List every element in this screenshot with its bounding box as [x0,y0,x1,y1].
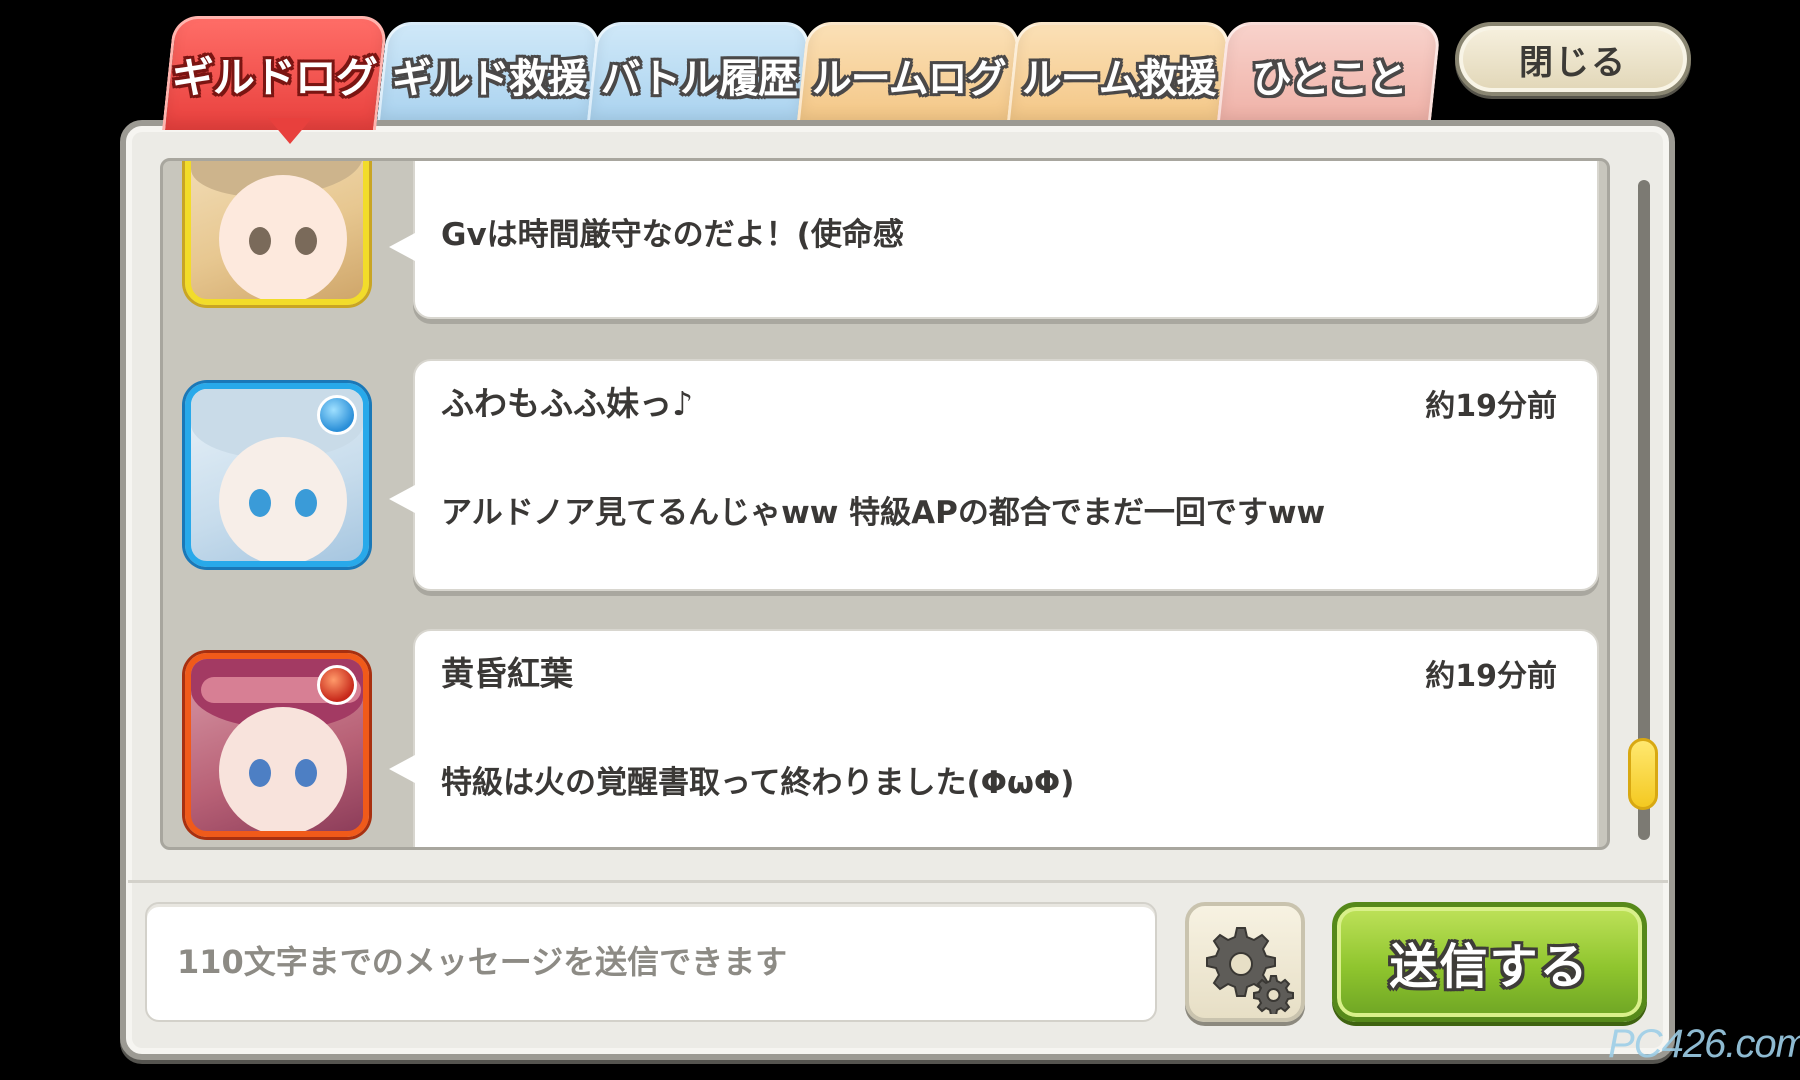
message-time: 約19分前 [1425,659,1557,694]
active-tab-pointer [268,118,312,144]
tab-room-rescue[interactable]: ルーム救援 [1006,22,1232,124]
message-bubble: 黄昏紅葉 約19分前 特級は火の覚醒書取って終わりました(ΦωΦ) [389,629,1599,847]
avatar-eye [249,759,271,787]
tab-label: ギルドログ [172,53,378,102]
avatar[interactable] [185,161,369,305]
water-element-icon [317,395,357,435]
tab-guild-log[interactable]: ギルドログ [162,16,388,130]
avatar-eye [295,227,317,255]
divider [128,880,1668,883]
avatar[interactable] [185,383,369,567]
message-sender: ふわもふふ妹っ♪ [441,384,694,423]
avatar-eye [295,489,317,517]
message-bubble: ふわもふふ妹っ♪ 約19分前 アルドノア見てるんじゃww 特級APの都合でまだ一… [389,359,1599,591]
message-sender: 黄昏紅葉 [441,654,573,693]
message-log[interactable]: Gvは時間厳守なのだよ！(使命感 ふわもふふ妹っ♪ 約19分前 アルドノア見てる… [160,158,1610,850]
gear-icon [1206,927,1294,1014]
avatar-face [219,175,347,299]
close-button[interactable]: 閉じる [1455,22,1691,96]
tab-label: ルーム救援 [1021,55,1216,102]
settings-button[interactable] [1185,902,1305,1022]
send-button-label: 送信する [1389,939,1590,995]
message-text: 特級は火の覚醒書取って終わりました(ΦωΦ) [441,765,1075,801]
tab-guild-rescue[interactable]: ギルド救援 [376,22,602,124]
send-button[interactable]: 送信する [1332,902,1647,1022]
avatar-face [219,437,347,561]
fire-element-icon [317,665,357,705]
tab-room-log[interactable]: ルームログ [796,22,1022,124]
scrollbar-thumb[interactable] [1628,738,1658,810]
message-text: Gvは時間厳守なのだよ！(使命感 [441,217,904,253]
site-watermark: PC426.com [1608,1022,1800,1066]
message-input[interactable] [145,902,1157,1022]
avatar-eye [249,227,271,255]
tab-label: ひとこと [1251,55,1407,102]
message-text: アルドノア見てるんじゃww 特級APの都合でまだ一回ですww [441,495,1326,531]
tab-label: ルームログ [811,55,1006,102]
avatar[interactable] [185,653,369,837]
avatar-face [219,707,347,831]
tab-battle-history[interactable]: バトル履歴 [586,22,812,124]
avatar-eye [295,759,317,787]
avatar-eye [249,489,271,517]
tab-label: ギルド救援 [391,55,587,102]
message-bubble: Gvは時間厳守なのだよ！(使命感 [389,161,1599,319]
tab-bar: ギルドログ ギルド救援 バトル履歴 ルームログ ルーム救援 ひとこと [162,16,1448,134]
message-time: 約19分前 [1425,389,1557,424]
tab-hitokoto[interactable]: ひとこと [1216,22,1442,124]
tab-label: バトル履歴 [600,55,797,102]
close-button-label: 閉じる [1519,42,1627,83]
